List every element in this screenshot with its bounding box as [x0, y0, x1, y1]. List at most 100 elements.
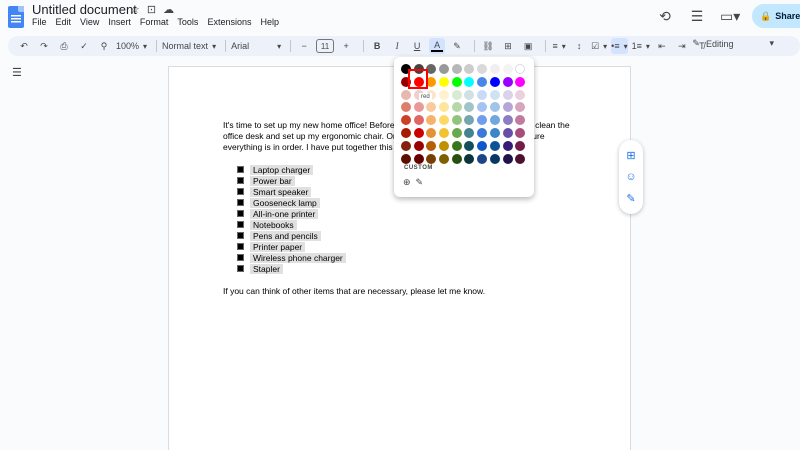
color-swatch[interactable] [515, 127, 526, 138]
color-swatch[interactable] [401, 153, 411, 164]
print-icon[interactable]: ⎙ [56, 38, 72, 54]
add-comment-icon[interactable]: ⊞ [500, 38, 516, 54]
decrease-font-icon[interactable]: − [296, 38, 312, 54]
menu-edit[interactable]: Edit [56, 17, 72, 27]
list-item[interactable]: Pens and pencils [237, 230, 346, 241]
menu-tools[interactable]: Tools [177, 17, 198, 27]
color-swatch[interactable] [451, 115, 462, 126]
color-swatch[interactable] [464, 89, 475, 100]
color-swatch[interactable] [489, 153, 500, 164]
color-swatch[interactable] [413, 127, 424, 138]
color-swatch[interactable] [439, 153, 450, 164]
color-swatch[interactable] [477, 102, 488, 113]
color-swatch[interactable] [413, 140, 424, 151]
color-swatch[interactable] [502, 76, 513, 87]
color-swatch[interactable] [489, 140, 500, 151]
color-swatch[interactable] [477, 153, 488, 164]
color-swatch[interactable] [477, 115, 488, 126]
color-swatch[interactable] [401, 115, 411, 126]
color-swatch[interactable] [451, 89, 462, 100]
color-swatch[interactable] [439, 140, 450, 151]
spellcheck-icon[interactable]: ✓ [76, 38, 92, 54]
color-swatch[interactable] [464, 127, 475, 138]
menu-view[interactable]: View [80, 17, 99, 27]
color-swatch[interactable] [439, 115, 450, 126]
color-swatch[interactable] [464, 64, 475, 74]
color-swatch[interactable] [426, 115, 437, 126]
color-swatch[interactable] [451, 153, 462, 164]
increase-indent-icon[interactable]: ⇥ [674, 38, 690, 54]
color-swatch[interactable] [502, 140, 513, 151]
menu-insert[interactable]: Insert [108, 17, 131, 27]
color-swatch[interactable] [439, 89, 450, 100]
menu-file[interactable]: File [32, 17, 47, 27]
star-icon[interactable]: ☆ [130, 3, 140, 16]
color-swatch[interactable] [401, 102, 411, 113]
list-item[interactable]: Gooseneck lamp [237, 197, 346, 208]
color-swatch[interactable] [489, 127, 500, 138]
color-swatch[interactable] [413, 115, 424, 126]
list-item[interactable]: Power bar [237, 175, 346, 186]
align-icon[interactable]: ≡ [551, 38, 567, 54]
folder-icon[interactable]: ⊡ [147, 3, 156, 16]
list-item[interactable]: Laptop charger [237, 164, 346, 175]
color-swatch[interactable] [426, 127, 437, 138]
color-swatch[interactable] [451, 76, 462, 87]
list-item[interactable]: Notebooks [237, 219, 346, 230]
line-spacing-icon[interactable]: ↕ [571, 38, 587, 54]
history-icon[interactable]: ⟲ [656, 8, 674, 25]
add-custom-color-icon[interactable]: ⊕ [403, 177, 411, 188]
color-swatch[interactable] [477, 76, 488, 87]
color-swatch[interactable] [451, 140, 462, 151]
color-swatch[interactable] [401, 89, 411, 100]
cloud-icon[interactable]: ☁ [163, 3, 174, 16]
underline-button[interactable]: U [409, 38, 425, 54]
color-swatch[interactable] [439, 127, 450, 138]
add-comment-icon[interactable]: ⊞ [626, 149, 635, 162]
list-item[interactable]: Stapler [237, 263, 346, 274]
highlight-color-icon[interactable]: ✎ [449, 38, 465, 54]
color-swatch[interactable] [464, 102, 475, 113]
color-swatch[interactable] [426, 102, 437, 113]
bulleted-list-icon[interactable]: •≡ [611, 38, 628, 54]
color-swatch[interactable] [502, 89, 513, 100]
color-swatch[interactable] [477, 89, 488, 100]
insert-image-icon[interactable]: ▣ [520, 38, 536, 54]
undo-icon[interactable]: ↶ [16, 38, 32, 54]
color-swatch[interactable] [502, 115, 513, 126]
color-swatch[interactable] [515, 102, 526, 113]
color-swatch[interactable] [451, 127, 462, 138]
color-swatch[interactable] [489, 102, 500, 113]
color-swatch[interactable] [489, 89, 500, 100]
color-swatch[interactable] [426, 140, 437, 151]
document-outline-icon[interactable]: ☰ [12, 66, 22, 79]
suggest-edits-icon[interactable]: ✎ [626, 192, 635, 205]
paint-format-icon[interactable]: ⚲ [96, 38, 112, 54]
emoji-reaction-icon[interactable]: ☺ [625, 171, 636, 183]
docs-logo-icon[interactable] [8, 6, 24, 28]
color-swatch[interactable] [502, 64, 513, 74]
list-item[interactable]: All-in-one printer [237, 208, 346, 219]
color-swatch[interactable] [515, 140, 526, 151]
zoom-select[interactable]: 100% [116, 38, 147, 54]
list-item[interactable]: Printer paper [237, 241, 346, 252]
color-swatch[interactable] [477, 127, 488, 138]
document-title[interactable]: Untitled document [32, 2, 137, 17]
color-swatch[interactable] [515, 115, 526, 126]
color-swatch[interactable] [515, 153, 526, 164]
color-swatch[interactable] [515, 64, 526, 74]
redo-icon[interactable]: ↷ [36, 38, 52, 54]
italic-button[interactable]: I [389, 38, 405, 54]
meet-icon[interactable]: ▭▾ [720, 8, 740, 25]
menu-help[interactable]: Help [260, 17, 279, 27]
bold-button[interactable]: B [369, 38, 385, 54]
insert-link-icon[interactable]: ⛓ [480, 38, 496, 54]
color-swatch[interactable] [464, 140, 475, 151]
font-size-input[interactable]: 11 [316, 39, 335, 53]
color-swatch[interactable] [477, 64, 488, 74]
color-swatch[interactable] [401, 140, 411, 151]
color-swatch[interactable] [502, 127, 513, 138]
color-swatch[interactable] [464, 153, 475, 164]
share-button[interactable]: 🔒 Share [752, 4, 800, 28]
eyedropper-icon[interactable]: ✎ [416, 177, 424, 188]
